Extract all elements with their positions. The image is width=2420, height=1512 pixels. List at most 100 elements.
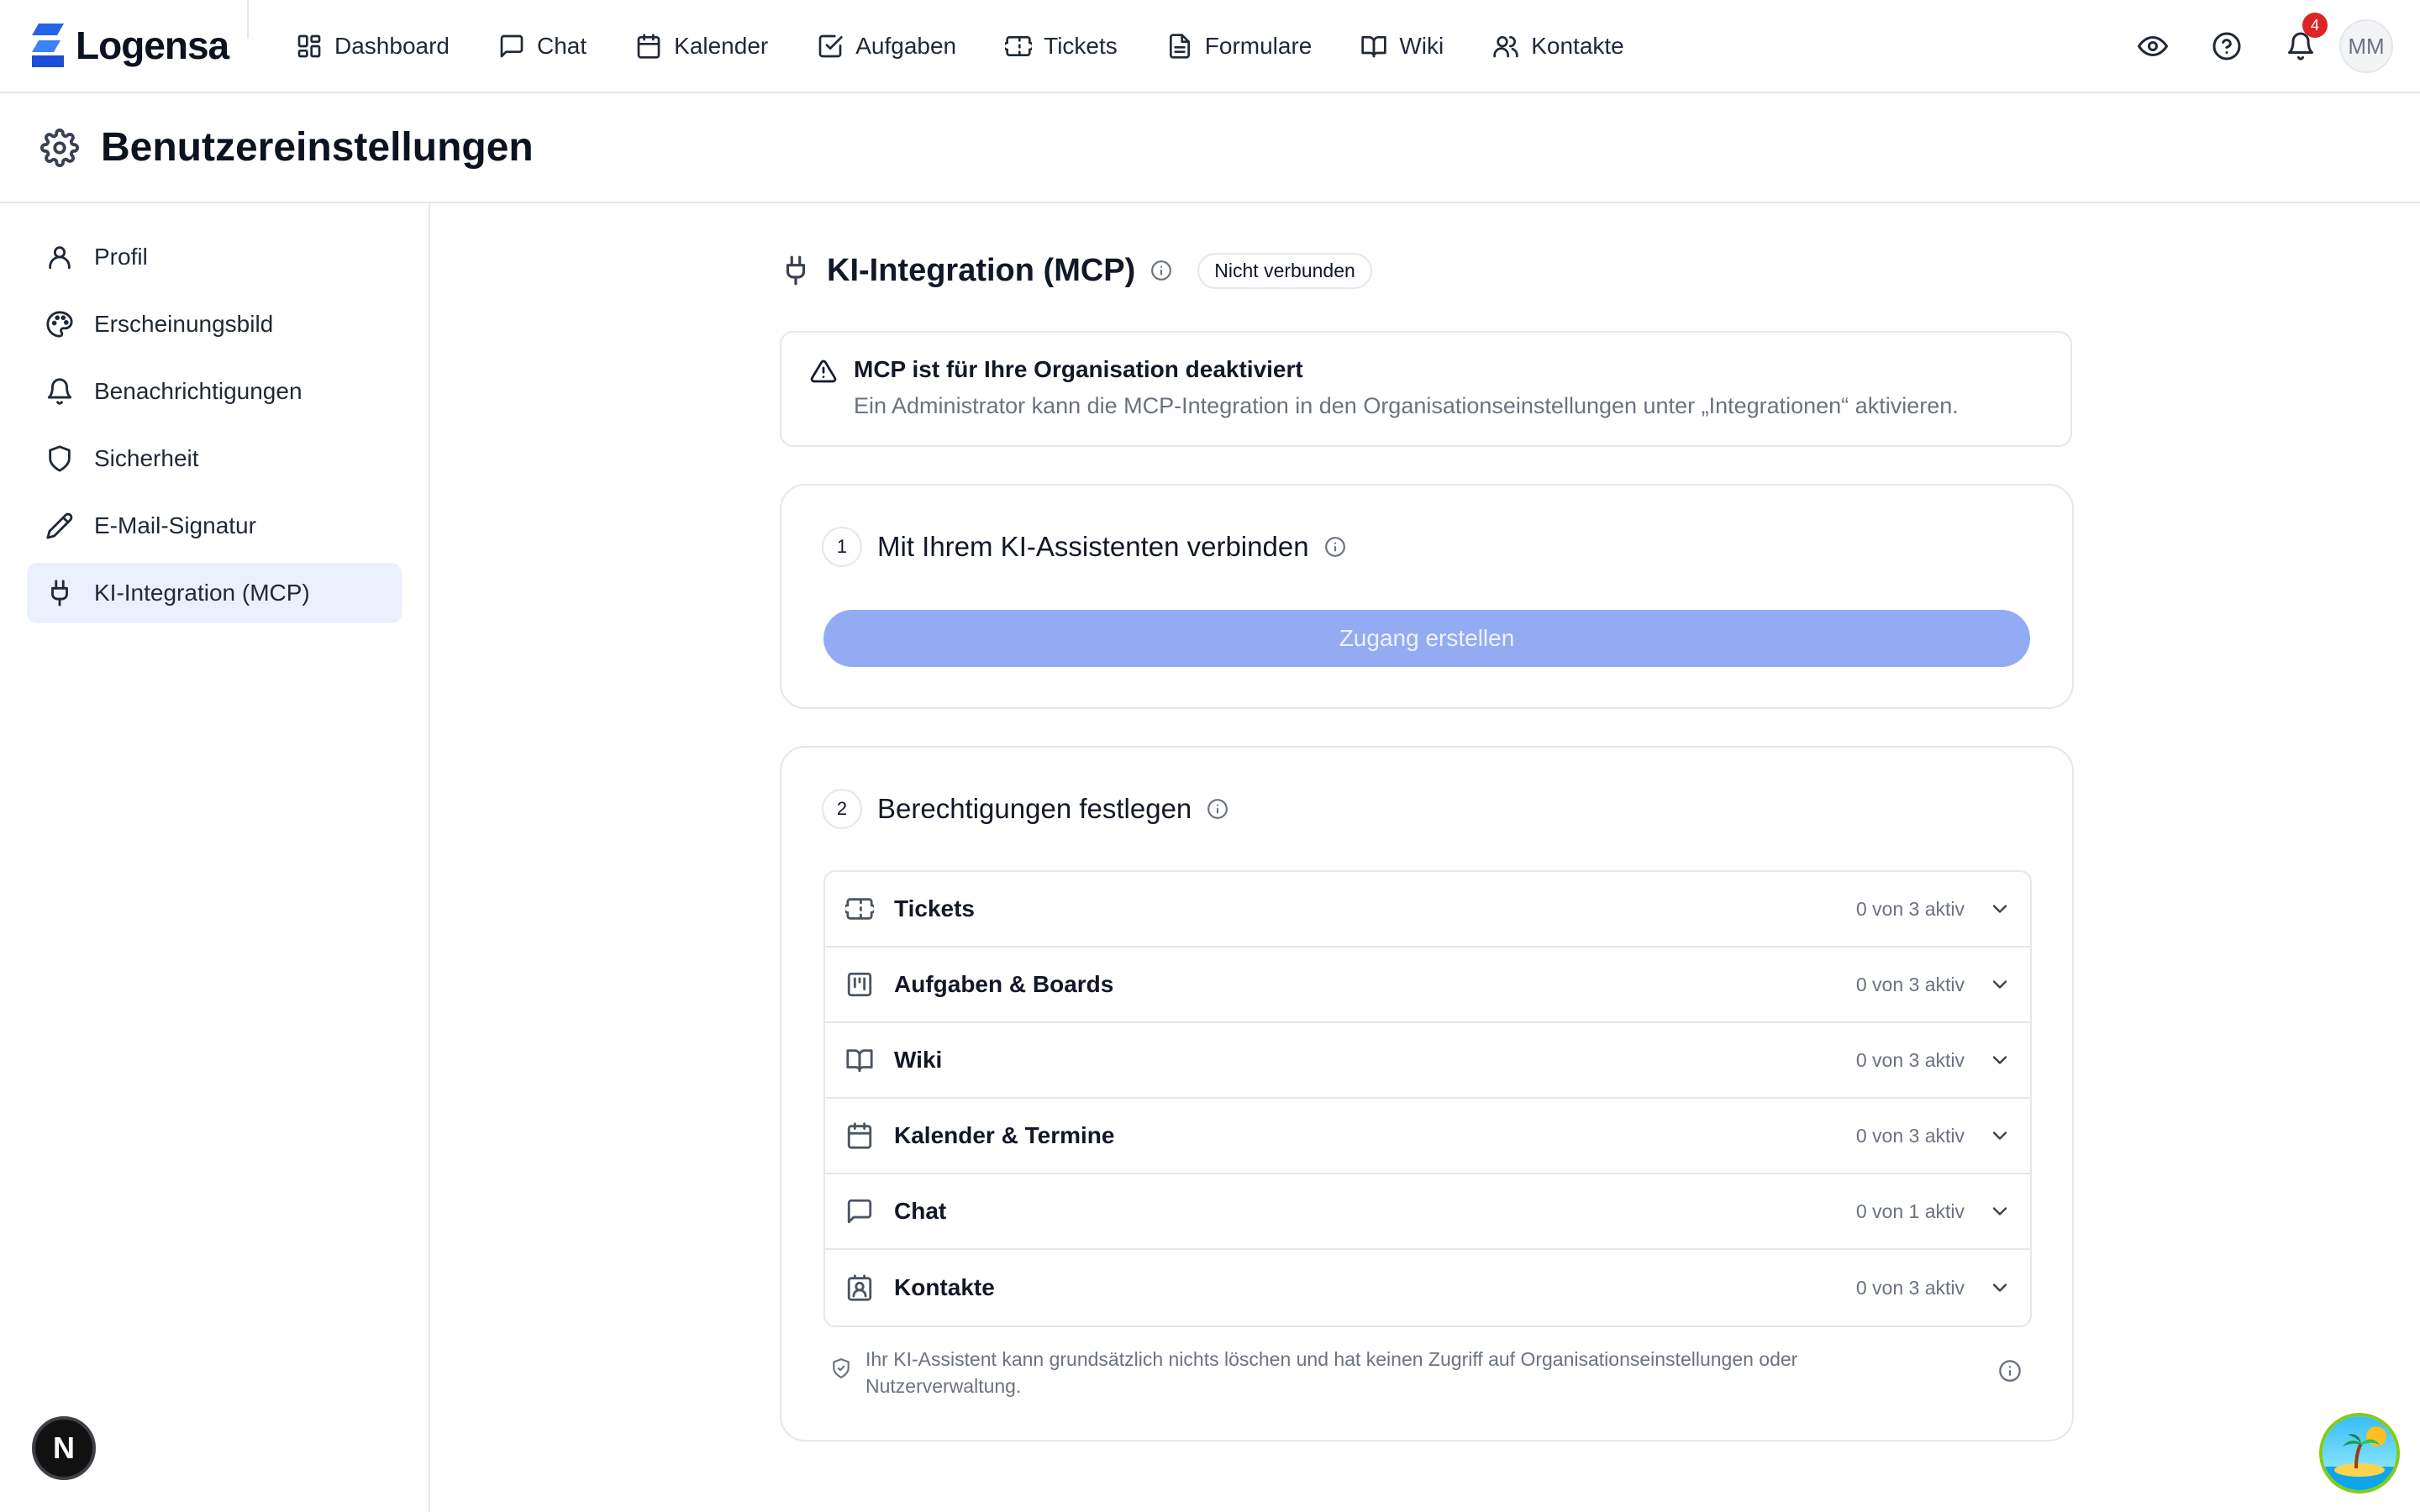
nav-item-label: Kalender bbox=[674, 33, 769, 59]
permission-count: 0 von 1 aktiv bbox=[1855, 1200, 1965, 1222]
nav-item-chat[interactable]: Chat bbox=[498, 33, 587, 60]
task-check-icon bbox=[818, 34, 843, 58]
notifications-button[interactable]: 4 bbox=[2286, 13, 2328, 61]
alert-text: Ein Administrator kann die MCP-Integrati… bbox=[854, 393, 1959, 418]
help-icon[interactable] bbox=[2212, 31, 2242, 61]
contacts-icon bbox=[1493, 36, 1518, 58]
book-icon bbox=[846, 1049, 873, 1073]
nav-item-label: Tickets bbox=[1044, 33, 1118, 59]
sidebar-item-label: Benachrichtigungen bbox=[94, 378, 302, 404]
gear-icon bbox=[40, 128, 79, 167]
info-icon[interactable] bbox=[1998, 1359, 2022, 1383]
permission-row-tickets[interactable]: Tickets 0 von 3 aktiv bbox=[825, 872, 2030, 948]
step-header: 1 Mit Ihrem KI-Assistenten verbinden bbox=[822, 526, 1346, 568]
chevron-down-icon[interactable] bbox=[1988, 973, 2012, 996]
logo[interactable]: Logensa bbox=[27, 22, 229, 69]
chat-icon bbox=[500, 34, 523, 58]
permission-name: Kontakte bbox=[894, 1274, 995, 1300]
permission-count: 0 von 3 aktiv bbox=[1855, 1276, 1965, 1299]
pen-icon bbox=[46, 512, 73, 539]
sidebar-item-erscheinungsbild[interactable]: Erscheinungsbild bbox=[27, 294, 402, 354]
permission-count: 0 von 3 aktiv bbox=[1855, 1048, 1965, 1071]
chevron-down-icon[interactable] bbox=[1988, 1200, 2012, 1223]
avatar[interactable]: MM bbox=[2339, 19, 2393, 73]
book-icon bbox=[1361, 36, 1387, 58]
sidebar-item-profil[interactable]: Profil bbox=[27, 227, 402, 287]
top-actions: 4 MM bbox=[2138, 0, 2393, 92]
sidebar-item-ki-integration[interactable]: KI-Integration (MCP) bbox=[27, 563, 402, 623]
permission-row-kontakte[interactable]: Kontakte 0 von 3 aktiv bbox=[825, 1250, 2030, 1326]
settings-sidebar: Profil Erscheinungsbild Benachrichtigung… bbox=[0, 203, 430, 1512]
info-icon[interactable] bbox=[1324, 536, 1346, 558]
logo-divider bbox=[247, 0, 249, 39]
dashboard-icon bbox=[297, 34, 321, 58]
permission-row-chat[interactable]: Chat 0 von 1 aktiv bbox=[825, 1174, 2030, 1250]
chevron-down-icon[interactable] bbox=[1988, 1124, 2012, 1147]
sidebar-item-benachrichtigungen[interactable]: Benachrichtigungen bbox=[27, 361, 402, 422]
sidebar-item-label: Profil bbox=[94, 244, 148, 270]
permission-count: 0 von 3 aktiv bbox=[1855, 973, 1965, 995]
nav-item-wiki[interactable]: Wiki bbox=[1360, 33, 1444, 60]
sidebar-item-label: E-Mail-Signatur bbox=[94, 512, 256, 538]
calendar-icon bbox=[637, 34, 660, 59]
nav-item-label: Aufgaben bbox=[855, 33, 957, 59]
permission-name: Kalender & Termine bbox=[894, 1122, 1115, 1148]
permission-name: Tickets bbox=[894, 895, 975, 921]
dev-tools-button[interactable]: N bbox=[32, 1416, 96, 1480]
plug-icon bbox=[786, 255, 806, 286]
permission-row-aufgaben[interactable]: Aufgaben & Boards 0 von 3 aktiv bbox=[825, 948, 2030, 1023]
step-permissions-card: 2 Berechtigungen festlegen Tickets 0 von… bbox=[780, 746, 2074, 1441]
sidebar-item-sicherheit[interactable]: Sicherheit bbox=[27, 428, 402, 489]
step-connect-card: 1 Mit Ihrem KI-Assistenten verbinden Zug… bbox=[780, 484, 2074, 709]
chevron-down-icon[interactable] bbox=[1988, 1048, 2012, 1072]
connection-status-badge: Nicht verbunden bbox=[1197, 252, 1372, 289]
kanban-icon bbox=[847, 972, 872, 997]
step-number: 2 bbox=[822, 789, 862, 829]
permission-count: 0 von 3 aktiv bbox=[1855, 1124, 1965, 1147]
sidebar-item-label: Erscheinungsbild bbox=[94, 311, 274, 337]
page-header: Benutzereinstellungen bbox=[0, 93, 2420, 203]
permission-name: Chat bbox=[894, 1198, 947, 1224]
nav-item-dashboard[interactable]: Dashboard bbox=[296, 33, 450, 60]
permission-row-kalender[interactable]: Kalender & Termine 0 von 3 aktiv bbox=[825, 1099, 2030, 1174]
calendar-icon bbox=[847, 1122, 872, 1149]
nav-item-label: Chat bbox=[536, 33, 587, 59]
chevron-down-icon[interactable] bbox=[1988, 897, 2012, 921]
permissions-list: Tickets 0 von 3 aktiv Aufgaben & Boards … bbox=[823, 870, 2032, 1327]
logo-text: Logensa bbox=[76, 24, 229, 67]
assistant-avatar-button[interactable] bbox=[2319, 1413, 2400, 1494]
top-navigation-bar: Logensa Dashboard Chat Kalender Aufgaben… bbox=[0, 0, 2420, 93]
section-header: KI-Integration (MCP) Nicht verbunden bbox=[780, 245, 1372, 296]
alert-title: MCP ist für Ihre Organisation deaktivier… bbox=[854, 356, 1303, 382]
bell-icon bbox=[47, 378, 72, 405]
logo-mark-icon bbox=[27, 22, 69, 69]
permission-name: Wiki bbox=[894, 1047, 943, 1073]
shield-check-icon bbox=[833, 1358, 850, 1378]
permissions-footnote: Ihr KI-Assistent kann grundsätzlich nich… bbox=[830, 1346, 2023, 1399]
mcp-disabled-alert: MCP ist für Ihre Organisation deaktivier… bbox=[780, 331, 2072, 447]
warning-icon bbox=[810, 360, 837, 383]
step-header: 2 Berechtigungen festlegen bbox=[822, 788, 1228, 830]
shield-icon bbox=[49, 445, 71, 472]
nav-item-tickets[interactable]: Tickets bbox=[1005, 33, 1118, 60]
create-access-button[interactable]: Zugang erstellen bbox=[823, 610, 2030, 667]
permission-name: Aufgaben & Boards bbox=[894, 971, 1114, 997]
notification-count-badge: 4 bbox=[2302, 13, 2328, 38]
sidebar-item-email-signatur[interactable]: E-Mail-Signatur bbox=[27, 496, 402, 556]
ticket-icon bbox=[1005, 36, 1033, 56]
chevron-down-icon[interactable] bbox=[1988, 1276, 2012, 1299]
sidebar-item-label: Sicherheit bbox=[94, 445, 199, 471]
info-icon[interactable] bbox=[1207, 798, 1228, 820]
nav-item-formulare[interactable]: Formulare bbox=[1166, 33, 1312, 60]
step-title: Berechtigungen festlegen bbox=[877, 793, 1192, 824]
nav-item-kalender[interactable]: Kalender bbox=[635, 33, 768, 60]
nav-item-kontakte[interactable]: Kontakte bbox=[1492, 33, 1624, 60]
sidebar-item-label: KI-Integration (MCP) bbox=[94, 580, 310, 606]
eye-icon[interactable] bbox=[2138, 31, 2168, 61]
info-icon[interactable] bbox=[1150, 260, 1172, 281]
footnote-text: Ihr KI-Assistent kann grundsätzlich nich… bbox=[865, 1348, 1798, 1397]
nav-item-label: Kontakte bbox=[1531, 33, 1624, 59]
permission-row-wiki[interactable]: Wiki 0 von 3 aktiv bbox=[825, 1023, 2030, 1099]
nav-item-aufgaben[interactable]: Aufgaben bbox=[817, 33, 956, 60]
user-icon bbox=[49, 246, 71, 270]
